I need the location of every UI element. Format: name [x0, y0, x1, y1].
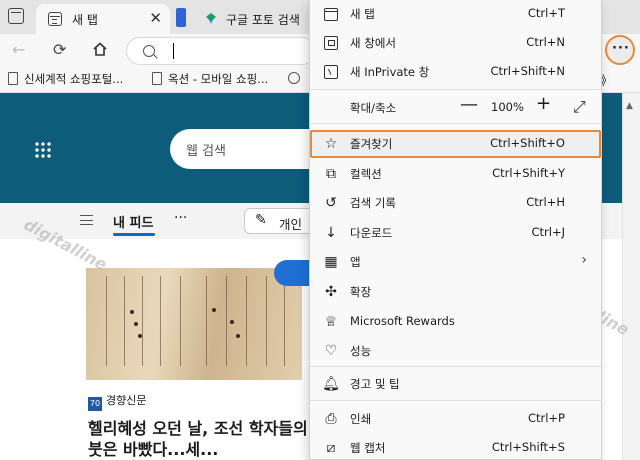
menu-item-web-capture[interactable]: ⧄ 웹 캡처 Ctrl+Shift+S: [310, 434, 601, 460]
inprivate-icon: [324, 65, 338, 79]
menu-item-new-window[interactable]: 새 창에서 Ctrl+N: [310, 29, 601, 57]
favorites-icon: ☆: [324, 136, 338, 152]
tab-my-feed[interactable]: 내 피드: [113, 212, 153, 231]
page-icon: [152, 72, 162, 85]
menu-divider: [310, 89, 601, 90]
pencil-icon: ✎: [255, 212, 267, 228]
home-icon[interactable]: [92, 41, 108, 57]
menu-item-apps[interactable]: ▦ 앱 ›: [310, 248, 601, 276]
new-tab-icon: [324, 8, 338, 21]
zoom-label: 확대/축소: [350, 101, 397, 115]
collections-icon: ⧉: [326, 166, 336, 182]
sidebar-scroll-strip: ▲: [622, 93, 640, 460]
new-window-icon: [324, 36, 338, 50]
performance-icon: ♡: [324, 343, 338, 359]
tab-title: 구글 포토 검색: [226, 13, 300, 27]
menu-item-new-tab[interactable]: 새 탭 Ctrl+T: [310, 0, 601, 28]
bell-icon: 🔔︎: [322, 376, 340, 392]
page-icon: [8, 72, 18, 85]
news-source-logo: 70: [88, 397, 102, 411]
feed-side-button[interactable]: [274, 260, 314, 286]
personalize-label: 개인: [279, 217, 303, 232]
globe-icon: [288, 72, 300, 84]
menu-divider: [310, 123, 601, 124]
menu-divider: [310, 366, 601, 367]
menu-item-performance[interactable]: ♡ 성능: [310, 337, 601, 365]
scroll-up-icon[interactable]: ▲: [626, 101, 633, 111]
rewards-icon: ♕: [324, 314, 338, 330]
more-dots-icon: ···: [612, 41, 630, 56]
menu-item-rewards[interactable]: ♕ Microsoft Rewards: [310, 308, 601, 336]
print-icon: ⎙: [325, 411, 337, 427]
menu-item-downloads[interactable]: ↓ 다운로드 Ctrl+J: [310, 219, 601, 247]
news-thumbnail: [86, 268, 302, 380]
tab-title: 새 탭: [72, 13, 98, 27]
settings-menu: 새 탭 Ctrl+T 새 창에서 Ctrl+N 새 InPrivate 창 Ct…: [309, 0, 602, 460]
favorite-item[interactable]: 옥션 - 모바일 쇼핑...: [152, 71, 268, 87]
favorite-item[interactable]: [288, 71, 300, 85]
feed-more-icon[interactable]: ···: [174, 210, 187, 226]
history-icon: ↺: [325, 195, 337, 211]
web-capture-icon: ⧄: [326, 440, 336, 456]
app-launcher-icon[interactable]: [34, 141, 52, 159]
search-placeholder: 웹 검색: [186, 144, 227, 159]
tab-new-tab[interactable]: 새 탭 ✕: [36, 4, 170, 34]
chevron-right-icon: ›: [581, 252, 587, 268]
hamburger-icon[interactable]: [80, 215, 93, 225]
menu-item-print[interactable]: ⎙ 인쇄 Ctrl+P: [310, 405, 601, 433]
text-caret: [173, 43, 175, 59]
menu-item-extensions[interactable]: ✣ 확장: [310, 278, 601, 306]
new-tab-favicon-icon: [48, 12, 62, 26]
zoom-out-button[interactable]: —: [460, 94, 478, 115]
menu-item-alerts-tips[interactable]: 🔔︎ 경고 및 팁: [310, 370, 601, 398]
menu-item-history[interactable]: ↺ 검색 기록 Ctrl+H: [310, 189, 601, 217]
search-icon: [143, 45, 155, 57]
zoom-level: 100%: [491, 100, 524, 114]
download-icon: ↓: [325, 225, 337, 241]
menu-divider: [310, 400, 601, 401]
menu-item-favorites[interactable]: ☆ 즐겨찾기 Ctrl+Shift+O: [310, 130, 601, 158]
menu-item-inprivate[interactable]: 새 InPrivate 창 Ctrl+Shift+N: [310, 58, 601, 86]
settings-and-more-button[interactable]: ···: [605, 35, 635, 65]
address-bar[interactable]: [126, 37, 316, 65]
menu-item-collections[interactable]: ⧉ 컬렉션 Ctrl+Shift+Y: [310, 160, 601, 188]
active-tab-indicator: [113, 233, 155, 236]
back-arrow-icon[interactable]: ←: [12, 40, 25, 59]
fullscreen-icon[interactable]: ⤢: [573, 97, 586, 117]
google-photos-favicon-icon: [206, 13, 216, 24]
apps-icon: ▦: [324, 254, 338, 270]
tab-group-icon[interactable]: [176, 8, 186, 27]
reload-icon[interactable]: ⟳: [53, 40, 66, 59]
news-headline[interactable]: 헬리혜성 오던 날, 조선 학자들의 붓은 바빴다...세...: [88, 418, 308, 460]
zoom-in-button[interactable]: +: [536, 93, 551, 114]
web-search-box[interactable]: 웹 검색: [170, 129, 330, 169]
tab-actions-icon[interactable]: [8, 8, 24, 24]
news-source: 70 경향신문: [88, 392, 146, 411]
extensions-icon: ✣: [325, 284, 337, 300]
favorite-item[interactable]: 신세계적 쇼핑포털...: [8, 71, 123, 87]
close-tab-icon[interactable]: ✕: [149, 9, 162, 27]
